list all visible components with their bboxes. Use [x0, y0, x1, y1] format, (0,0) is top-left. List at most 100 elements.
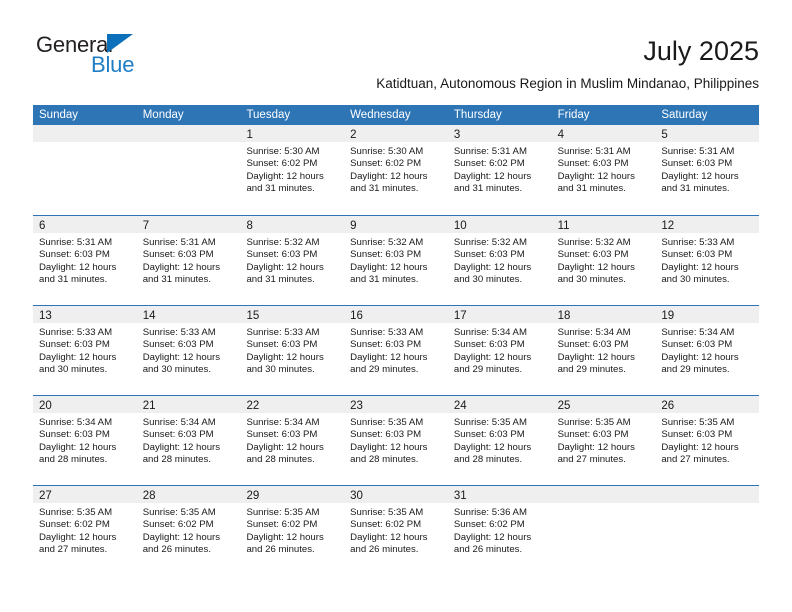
calendar-day-cell[interactable]: 15 Sunrise: 5:33 AM Sunset: 6:03 PM Dayl… [240, 306, 345, 395]
daylight-text-line1: Daylight: 12 hours [453, 531, 532, 543]
day-details: Sunrise: 5:31 AM Sunset: 6:03 PM Dayligh… [552, 142, 656, 196]
daylight-text-line1: Daylight: 12 hours [39, 351, 117, 363]
daylight-text-line2: and 30 minutes. [557, 274, 626, 286]
daylight-text-line2: and 31 minutes. [142, 274, 211, 286]
sunset-text: Sunset: 6:03 PM [246, 249, 318, 261]
logo-text-blue: Blue [91, 52, 135, 77]
daylight-text-line1: Daylight: 12 hours [453, 441, 532, 453]
calendar-day-cell[interactable]: 25 Sunrise: 5:35 AM Sunset: 6:03 PM Dayl… [551, 396, 656, 485]
location-subtitle: Katidtuan, Autonomous Region in Muslim M… [376, 76, 759, 91]
day-details: Sunrise: 5:35 AM Sunset: 6:02 PM Dayligh… [240, 503, 344, 557]
day-number-band: 23 [344, 396, 448, 413]
day-details: Sunrise: 5:32 AM Sunset: 6:03 PM Dayligh… [344, 233, 448, 287]
calendar-day-cell[interactable]: 18 Sunrise: 5:34 AM Sunset: 6:03 PM Dayl… [551, 306, 656, 395]
day-number: 9 [350, 220, 357, 232]
calendar-page: General Blue July 2025 Katidtuan, Autono… [0, 0, 792, 612]
day-number: 20 [39, 400, 52, 412]
sunrise-text: Sunrise: 5:34 AM [453, 327, 527, 338]
calendar-day-cell[interactable]: 31 Sunrise: 5:36 AM Sunset: 6:02 PM Dayl… [447, 486, 552, 575]
sunrise-text: Sunrise: 5:34 AM [246, 417, 320, 428]
daylight-text-line2: and 26 minutes. [453, 544, 523, 556]
sunrise-text: Sunrise: 5:35 AM [39, 507, 113, 518]
calendar-day-cell[interactable]: 22 Sunrise: 5:34 AM Sunset: 6:03 PM Dayl… [240, 396, 345, 485]
daylight-text-line2: and 29 minutes. [453, 364, 523, 376]
day-number-band: 20 [33, 396, 137, 413]
day-number: 24 [453, 400, 467, 412]
daylight-text-line1: Daylight: 12 hours [453, 351, 532, 363]
calendar-day-cell[interactable]: 6 Sunrise: 5:31 AM Sunset: 6:03 PM Dayli… [33, 216, 137, 305]
calendar-day-cell[interactable]: 5 Sunrise: 5:31 AM Sunset: 6:03 PM Dayli… [655, 125, 760, 215]
calendar-day-cell[interactable]: 11 Sunrise: 5:32 AM Sunset: 6:03 PM Dayl… [551, 216, 656, 305]
calendar-day-cell[interactable]: 27 Sunrise: 5:35 AM Sunset: 6:02 PM Dayl… [33, 486, 137, 575]
day-details: Sunrise: 5:34 AM Sunset: 6:03 PM Dayligh… [33, 413, 137, 467]
sunset-text: Sunset: 6:03 PM [661, 249, 733, 261]
day-number-band [136, 125, 241, 142]
calendar-day-cell[interactable]: 1 Sunrise: 5:30 AM Sunset: 6:02 PM Dayli… [240, 125, 345, 215]
day-details: Sunrise: 5:35 AM Sunset: 6:03 PM Dayligh… [448, 413, 552, 467]
daylight-text-line1: Daylight: 12 hours [350, 170, 428, 182]
calendar-day-cell[interactable]: 19 Sunrise: 5:34 AM Sunset: 6:03 PM Dayl… [655, 306, 760, 395]
day-number-band: 31 [447, 486, 552, 503]
day-details: Sunrise: 5:34 AM Sunset: 6:03 PM Dayligh… [655, 323, 759, 377]
calendar-day-cell[interactable]: 10 Sunrise: 5:32 AM Sunset: 6:03 PM Dayl… [447, 216, 552, 305]
calendar-day-cell[interactable]: 12 Sunrise: 5:33 AM Sunset: 6:03 PM Dayl… [655, 216, 760, 305]
calendar-day-cell[interactable]: 14 Sunrise: 5:33 AM Sunset: 6:03 PM Dayl… [136, 306, 241, 395]
calendar-day-cell[interactable]: 21 Sunrise: 5:34 AM Sunset: 6:03 PM Dayl… [136, 396, 241, 485]
calendar-day-cell[interactable]: 26 Sunrise: 5:35 AM Sunset: 6:03 PM Dayl… [655, 396, 760, 485]
day-number: 18 [557, 310, 571, 322]
day-details: Sunrise: 5:31 AM Sunset: 6:03 PM Dayligh… [33, 233, 137, 287]
day-number: 11 [557, 220, 570, 232]
sunrise-text: Sunrise: 5:32 AM [350, 237, 424, 248]
calendar-day-cell [655, 486, 760, 575]
day-details: Sunrise: 5:32 AM Sunset: 6:03 PM Dayligh… [240, 233, 344, 287]
day-number: 28 [142, 490, 156, 502]
daylight-text-line1: Daylight: 12 hours [246, 531, 324, 543]
daylight-text-line1: Daylight: 12 hours [246, 170, 324, 182]
daylight-text-line2: and 26 minutes. [246, 544, 315, 556]
sunset-text: Sunset: 6:03 PM [246, 339, 318, 351]
sunrise-text: Sunrise: 5:32 AM [557, 237, 631, 248]
day-number: 3 [453, 129, 461, 141]
sunset-text: Sunset: 6:02 PM [350, 519, 422, 531]
calendar-day-cell[interactable]: 29 Sunrise: 5:35 AM Sunset: 6:02 PM Dayl… [240, 486, 345, 575]
day-number-band: 24 [447, 396, 552, 413]
daylight-text-line1: Daylight: 12 hours [39, 531, 117, 543]
day-number-band: 30 [344, 486, 448, 503]
calendar-day-cell[interactable]: 17 Sunrise: 5:34 AM Sunset: 6:03 PM Dayl… [447, 306, 552, 395]
day-number-band: 8 [240, 216, 345, 233]
calendar-day-cell[interactable]: 28 Sunrise: 5:35 AM Sunset: 6:02 PM Dayl… [136, 486, 241, 575]
calendar-day-cell[interactable]: 3 Sunrise: 5:31 AM Sunset: 6:02 PM Dayli… [447, 125, 552, 215]
day-number-band: 26 [655, 396, 760, 413]
daylight-text-line2: and 26 minutes. [350, 544, 419, 556]
sunset-text: Sunset: 6:03 PM [557, 249, 629, 261]
calendar-day-cell[interactable]: 23 Sunrise: 5:35 AM Sunset: 6:03 PM Dayl… [344, 396, 448, 485]
day-details: Sunrise: 5:31 AM Sunset: 6:02 PM Dayligh… [448, 142, 552, 196]
day-number-band: 19 [655, 306, 760, 323]
day-number-band: 17 [447, 306, 552, 323]
calendar-day-cell[interactable]: 4 Sunrise: 5:31 AM Sunset: 6:03 PM Dayli… [551, 125, 656, 215]
calendar-day-cell[interactable]: 2 Sunrise: 5:30 AM Sunset: 6:02 PM Dayli… [344, 125, 448, 215]
day-number-band [551, 486, 656, 503]
calendar-grid: Sunday Monday Tuesday Wednesday Thursday… [33, 105, 760, 575]
day-number: 8 [246, 220, 253, 232]
daylight-text-line1: Daylight: 12 hours [557, 351, 635, 363]
day-number-band: 22 [240, 396, 345, 413]
sunrise-text: Sunrise: 5:35 AM [246, 507, 320, 518]
calendar-day-cell[interactable]: 7 Sunrise: 5:31 AM Sunset: 6:03 PM Dayli… [136, 216, 241, 305]
sunrise-text: Sunrise: 5:35 AM [350, 417, 424, 428]
calendar-day-cell[interactable]: 30 Sunrise: 5:35 AM Sunset: 6:02 PM Dayl… [344, 486, 448, 575]
day-number: 15 [246, 310, 260, 322]
calendar-day-cell[interactable]: 8 Sunrise: 5:32 AM Sunset: 6:03 PM Dayli… [240, 216, 345, 305]
calendar-day-cell[interactable]: 24 Sunrise: 5:35 AM Sunset: 6:03 PM Dayl… [447, 396, 552, 485]
sunset-text: Sunset: 6:03 PM [350, 339, 422, 351]
calendar-day-cell[interactable]: 20 Sunrise: 5:34 AM Sunset: 6:03 PM Dayl… [33, 396, 137, 485]
calendar-day-cell[interactable]: 9 Sunrise: 5:32 AM Sunset: 6:03 PM Dayli… [344, 216, 448, 305]
sunrise-text: Sunrise: 5:33 AM [350, 327, 424, 338]
calendar-day-cell[interactable]: 16 Sunrise: 5:33 AM Sunset: 6:03 PM Dayl… [344, 306, 448, 395]
calendar-day-cell[interactable]: 13 Sunrise: 5:33 AM Sunset: 6:03 PM Dayl… [33, 306, 137, 395]
day-number: 17 [453, 310, 467, 322]
daylight-text-line2: and 28 minutes. [350, 454, 419, 466]
day-details: Sunrise: 5:31 AM Sunset: 6:03 PM Dayligh… [137, 233, 241, 287]
day-number-band [33, 125, 137, 142]
sunset-text: Sunset: 6:03 PM [453, 429, 525, 441]
